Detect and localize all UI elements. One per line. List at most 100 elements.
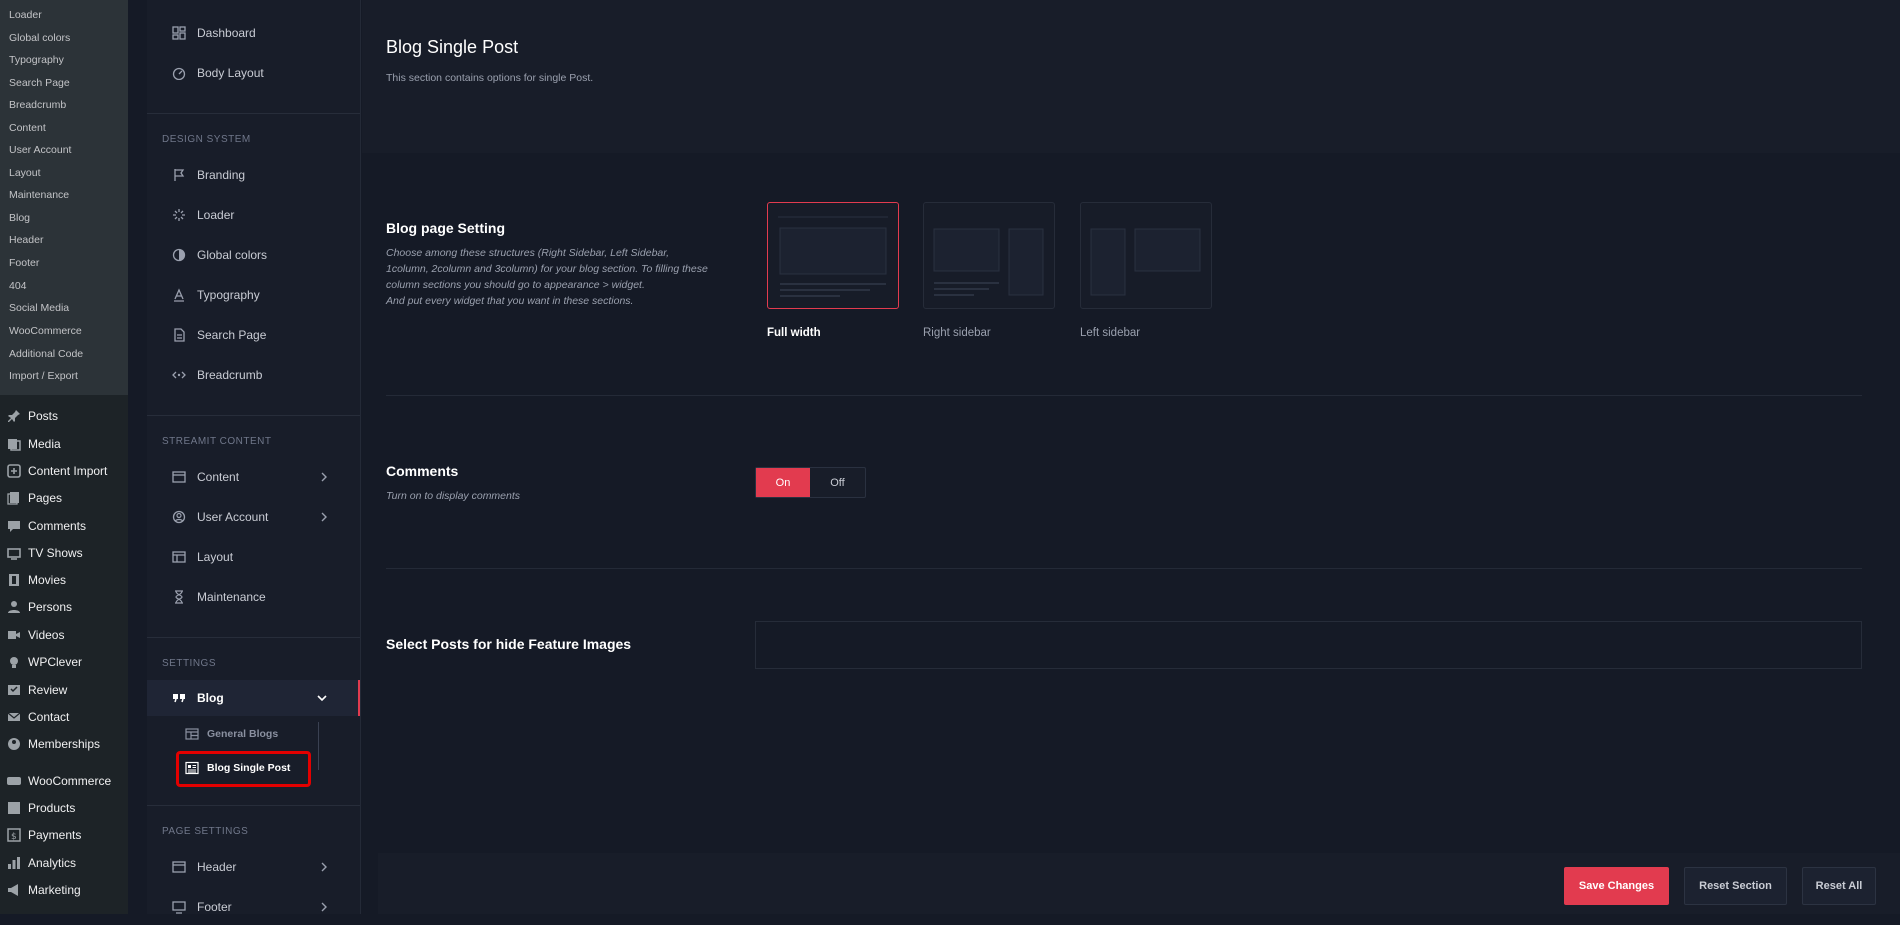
wp-submenu-item[interactable]: Additional Code <box>9 348 83 360</box>
media-icon <box>7 437 21 451</box>
layout-label-right-sidebar: Right sidebar <box>923 327 991 339</box>
page-title: Blog Single Post <box>386 37 519 57</box>
wp-menu-posts[interactable]: Posts <box>0 405 128 427</box>
layout-option-left-sidebar[interactable] <box>1080 202 1212 309</box>
reset-section-button[interactable]: Reset Section <box>1684 867 1787 905</box>
comments-toggle[interactable]: On Off <box>755 467 866 498</box>
chevron-down-icon <box>317 695 327 702</box>
wp-submenu-item[interactable]: Content <box>9 122 46 134</box>
left-sidebar-layout-icon <box>1090 228 1201 296</box>
members-icon <box>7 737 21 751</box>
wp-submenu-item[interactable]: Breadcrumb <box>9 99 66 111</box>
wp-submenu-item[interactable]: Social Media <box>9 302 69 314</box>
svg-text:$: $ <box>11 832 17 842</box>
wp-submenu-item[interactable]: User Account <box>9 144 71 156</box>
panel-item-typography[interactable]: Typography <box>147 277 360 313</box>
quote-icon <box>171 690 187 706</box>
section-title-settings: SETTINGS <box>162 658 217 669</box>
analytics-icon <box>7 856 21 870</box>
wp-menu-analytics[interactable]: Analytics <box>0 852 128 874</box>
chevron-right-icon <box>321 862 327 872</box>
wp-menu-memberships[interactable]: Memberships <box>0 733 128 755</box>
page-description: This section contains options for single… <box>386 72 594 84</box>
wp-menu-wpclever[interactable]: WPClever <box>0 651 128 673</box>
panel-subitem-general-blogs[interactable]: General Blogs <box>147 720 360 748</box>
wp-menu-media[interactable]: Media <box>0 433 128 455</box>
wp-menu-videos[interactable]: Videos <box>0 624 128 646</box>
wp-submenu-item[interactable]: Footer <box>9 257 39 269</box>
wp-menu-persons[interactable]: Persons <box>0 596 128 618</box>
window-icon <box>171 469 187 485</box>
window-icon <box>171 859 187 875</box>
panel-item-content[interactable]: Content <box>147 459 360 495</box>
toggle-off-button[interactable]: Off <box>810 468 865 497</box>
panel-item-header[interactable]: Header <box>147 849 360 885</box>
panel-item-body-layout[interactable]: Body Layout <box>147 55 360 91</box>
right-sidebar-layout-icon <box>933 228 1044 296</box>
full-width-layout-icon <box>778 216 888 297</box>
panel-item-maintenance[interactable]: Maintenance <box>147 579 360 615</box>
section-title-streamit-content: STREAMIT CONTENT <box>162 436 272 447</box>
section-title-design-system: DESIGN SYSTEM <box>162 134 251 145</box>
wp-submenu-item[interactable]: 404 <box>9 280 27 292</box>
blog-setting-description: Choose among these structures (Right Sid… <box>386 247 708 307</box>
bulb-icon <box>7 655 21 669</box>
layout-option-full-width[interactable] <box>767 202 899 309</box>
panel-item-blog[interactable]: Blog <box>147 680 360 716</box>
panel-divider <box>147 415 360 416</box>
wp-submenu-item[interactable]: Layout <box>9 167 41 179</box>
wp-submenu-item[interactable]: Typography <box>9 54 64 66</box>
wp-menu-review[interactable]: Review <box>0 679 128 701</box>
wp-submenu-item[interactable]: Global colors <box>9 32 70 44</box>
panel-item-loader[interactable]: Loader <box>147 197 360 233</box>
wp-menu-woocommerce[interactable]: WooCommerce <box>0 770 128 792</box>
panel-divider <box>147 113 360 114</box>
chevron-right-icon <box>321 512 327 522</box>
toggle-on-button[interactable]: On <box>756 468 810 497</box>
wp-menu-payments[interactable]: $ Payments <box>0 824 128 846</box>
chevron-right-icon <box>321 472 327 482</box>
wp-menu-tv-shows[interactable]: TV Shows <box>0 542 128 564</box>
panel-item-branding[interactable]: Branding <box>147 157 360 193</box>
breadcrumb-icon <box>171 367 187 383</box>
reset-all-button[interactable]: Reset All <box>1802 867 1876 905</box>
panel-item-footer[interactable]: Footer <box>147 889 360 925</box>
wp-menu-content-import[interactable]: Content Import <box>0 460 128 482</box>
typography-icon <box>171 287 187 303</box>
panel-item-search-page[interactable]: Search Page <box>147 317 360 353</box>
wp-submenu-item[interactable]: Loader <box>9 9 42 21</box>
wp-submenu-item[interactable]: WooCommerce <box>9 325 82 337</box>
wp-menu-pages[interactable]: Pages <box>0 487 128 509</box>
wp-menu-comments[interactable]: Comments <box>0 515 128 537</box>
blog-setting-title: Blog page Setting <box>386 220 505 236</box>
row-divider <box>386 568 1862 569</box>
pin-icon <box>7 409 21 423</box>
panel-item-breadcrumb[interactable]: Breadcrumb <box>147 357 360 393</box>
panel-item-dashboard[interactable]: Dashboard <box>147 15 360 51</box>
layout-label-left-sidebar: Left sidebar <box>1080 327 1141 339</box>
user-circle-icon <box>171 509 187 525</box>
footer-actions: Save Changes Reset Section Reset All <box>378 853 1900 914</box>
wp-menu-marketing[interactable]: Marketing <box>0 879 128 901</box>
wp-submenu-item[interactable]: Search Page <box>9 77 70 89</box>
save-changes-button[interactable]: Save Changes <box>1564 867 1669 905</box>
document-icon <box>171 327 187 343</box>
wp-menu-contact[interactable]: Contact <box>0 706 128 728</box>
panel-item-user-account[interactable]: User Account <box>147 499 360 535</box>
wp-submenu-item[interactable]: Header <box>9 234 43 246</box>
posts-select-input[interactable] <box>755 621 1862 669</box>
film-icon <box>7 573 21 587</box>
wp-menu-products[interactable]: Products <box>0 797 128 819</box>
options-sidebar: Dashboard Body Layout DESIGN SYSTEM Bran… <box>147 0 361 914</box>
hourglass-icon <box>171 589 187 605</box>
wp-submenu-item[interactable]: Import / Export <box>9 370 78 382</box>
import-icon <box>7 464 21 478</box>
layout-option-right-sidebar[interactable] <box>923 202 1055 309</box>
panel-item-layout[interactable]: Layout <box>147 539 360 575</box>
layout-icon <box>185 727 199 741</box>
panel-item-global-colors[interactable]: Global colors <box>147 237 360 273</box>
flag-icon <box>171 167 187 183</box>
wp-submenu-item[interactable]: Blog <box>9 212 30 224</box>
wp-menu-movies[interactable]: Movies <box>0 569 128 591</box>
wp-submenu-item[interactable]: Maintenance <box>9 189 69 201</box>
